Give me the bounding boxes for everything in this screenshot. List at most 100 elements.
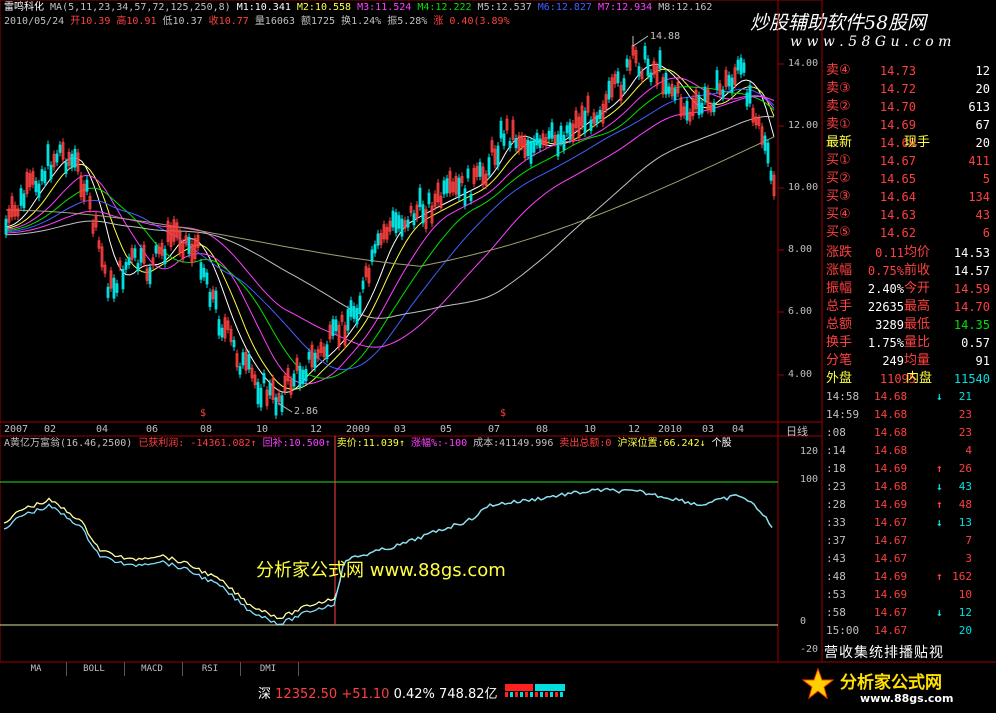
- bid-row-5[interactable]: 买⑤ 14.62 6: [824, 224, 994, 242]
- bid-row-3[interactable]: 买③ 14.64 134: [824, 188, 994, 206]
- time-tick-label: 06: [146, 424, 159, 435]
- candle-body: [742, 62, 746, 73]
- candle-body: [406, 219, 410, 228]
- candle-body: [532, 138, 536, 153]
- tick-row[interactable]: :23 14.68 ↓ 43: [824, 478, 994, 496]
- stat-value-2: 14.35: [953, 318, 990, 332]
- candle-body: [121, 268, 125, 290]
- candle-body: [85, 179, 89, 192]
- bid-row-5-volume: 6: [982, 226, 990, 240]
- indicator-item-6: 卖出总额:0: [553, 438, 612, 449]
- latest-row[interactable]: 最新 14.68 现手 20: [824, 134, 994, 152]
- tick-row[interactable]: 14:59 14.68 23: [824, 406, 994, 424]
- tab-ma[interactable]: MA: [6, 662, 67, 676]
- candle-body: [445, 178, 449, 194]
- ask-row-2-volume: 613: [968, 100, 990, 114]
- tick-direction: ↑: [936, 570, 943, 583]
- indicator-item-5: 成本:41149.996: [467, 438, 554, 449]
- tick-row[interactable]: :48 14.69 ↑ 162: [824, 568, 994, 586]
- stat-value-1: 1.75%: [867, 336, 904, 350]
- tick-price: 14.68: [874, 390, 908, 403]
- tick-row[interactable]: :58 14.67 ↓ 12: [824, 604, 994, 622]
- tick-row[interactable]: :28 14.69 ↑ 48: [824, 496, 994, 514]
- candle-body: [769, 170, 773, 181]
- candle-body: [70, 153, 74, 168]
- candle-body: [163, 248, 167, 265]
- candle-body: [262, 373, 266, 384]
- ask-row-4[interactable]: 卖④ 14.73 12: [824, 62, 994, 80]
- stat-value-2: 14.53: [953, 246, 990, 260]
- candle-body: [304, 368, 308, 382]
- ask-row-4-price: 14.73: [879, 64, 916, 78]
- candle-body: [358, 295, 362, 314]
- candle-body: [697, 95, 701, 115]
- candle-body: [502, 133, 506, 146]
- tick-row[interactable]: 15:00 14.67 20: [824, 622, 994, 640]
- tick-row[interactable]: :53 14.69 10: [824, 586, 994, 604]
- time-tick-label: 12: [310, 424, 323, 435]
- stat-label-2: 均量: [904, 353, 931, 368]
- tick-row[interactable]: 14:58 14.68 ↓ 21: [824, 388, 994, 406]
- bid-row-1[interactable]: 买① 14.67 411: [824, 152, 994, 170]
- tick-direction: ↓: [936, 480, 943, 493]
- tick-row[interactable]: :14 14.68 4: [824, 442, 994, 460]
- candle-body: [199, 262, 203, 280]
- candle-body: [727, 75, 731, 87]
- time-tick-label: 03: [702, 424, 715, 435]
- ask-row-2[interactable]: 卖② 14.70 613: [824, 98, 994, 116]
- tick-row[interactable]: :37 14.67 7: [824, 532, 994, 550]
- candle-body: [370, 249, 374, 262]
- tick-time: :33: [826, 516, 846, 529]
- candle-body: [508, 141, 512, 148]
- high-label: 14.88: [650, 31, 681, 42]
- candle-body: [154, 245, 158, 254]
- side-tabs[interactable]: 营收集统排播贴视: [824, 642, 944, 662]
- bid-row-3-price: 14.64: [879, 190, 916, 204]
- period-label[interactable]: 日线: [786, 423, 808, 439]
- tick-volume: 10: [958, 588, 972, 601]
- tick-row[interactable]: :43 14.67 3: [824, 550, 994, 568]
- candle-body: [187, 236, 191, 255]
- indicator-item-1: 已获利润: -14361.082↑: [138, 438, 257, 449]
- tick-row[interactable]: :18 14.69 ↑ 26: [824, 460, 994, 478]
- candle-body: [19, 188, 23, 206]
- candle-body: [418, 187, 422, 208]
- tab-macd[interactable]: MACD: [122, 662, 183, 676]
- indicator-item-2: 回补:10.500↑: [256, 438, 331, 449]
- candle-body: [4, 218, 8, 235]
- bid-row-4[interactable]: 买④ 14.63 43: [824, 206, 994, 224]
- candle-body: [400, 218, 404, 237]
- stat-value-2: 91: [975, 354, 990, 368]
- tab-boll[interactable]: BOLL: [64, 662, 125, 676]
- candle-body: [133, 248, 137, 258]
- indicator-items: 已获利润: -14361.082↑ 回补:10.500↑ 卖价:11.039↑ …: [138, 438, 731, 449]
- bid-row-5-label: 买⑤: [826, 225, 851, 240]
- time-tick-label: 2007: [4, 424, 29, 435]
- tab-rsi[interactable]: RSI: [180, 662, 241, 676]
- candle-body: [376, 233, 380, 246]
- candle-body: [442, 180, 446, 195]
- time-tick-label: 03: [394, 424, 407, 435]
- candle-body: [373, 244, 377, 254]
- ask-row-3[interactable]: 卖③ 14.72 20: [824, 80, 994, 98]
- candle-body: [703, 86, 707, 102]
- tab-dmi[interactable]: DMI: [238, 662, 299, 676]
- candle-body: [64, 161, 68, 174]
- bid-row-1-label: 买①: [826, 153, 851, 168]
- indicator-line-a: [3, 487, 773, 620]
- stat-value-1: 249: [882, 354, 904, 368]
- ask-row-1[interactable]: 卖① 14.69 67: [824, 116, 994, 134]
- bid-row-2[interactable]: 买② 14.65 5: [824, 170, 994, 188]
- candle-body: [664, 72, 668, 95]
- tick-row[interactable]: :33 14.67 ↓ 13: [824, 514, 994, 532]
- candle-body: [43, 170, 47, 184]
- status-index: 12352.50: [275, 687, 338, 702]
- time-tick-label: 07: [488, 424, 501, 435]
- time-tick-label: 08: [200, 424, 213, 435]
- candle-body: [394, 212, 398, 234]
- candle-body: [616, 71, 620, 84]
- stat-row-1: 涨跌 0.11 均价 14.53: [824, 244, 994, 262]
- tick-row[interactable]: :08 14.68 23: [824, 424, 994, 442]
- candle-body: [550, 122, 554, 139]
- candle-body: [667, 86, 671, 94]
